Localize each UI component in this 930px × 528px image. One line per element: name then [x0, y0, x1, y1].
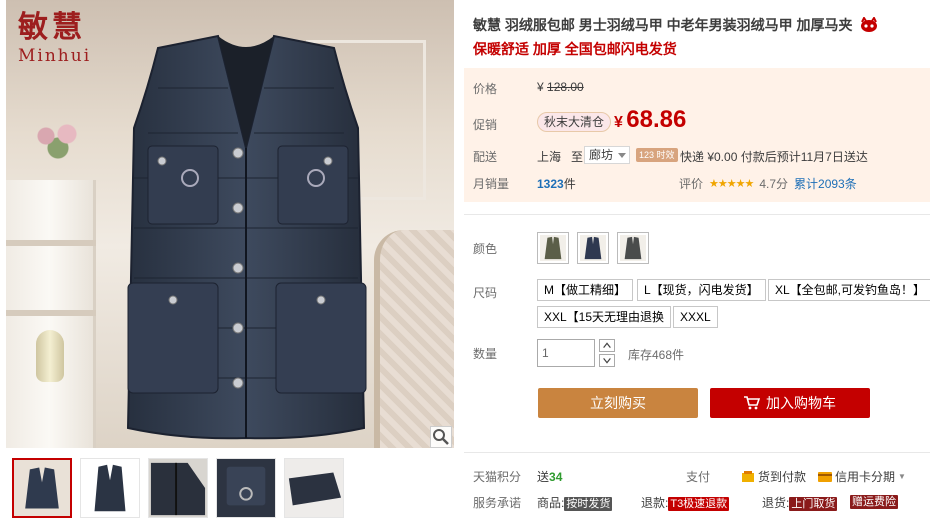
chevron-down-icon	[618, 153, 627, 158]
product-subtitle: 保暖舒适 加厚 全国包邮闪电发货	[473, 41, 677, 57]
add-to-cart-label: 加入购物车	[766, 395, 836, 411]
flower-decoration	[28, 120, 88, 160]
vest-product-illustration	[126, 34, 367, 440]
service-refund: 退款: T3极速退款	[641, 494, 730, 511]
size-option-l[interactable]: L【现货，闪电发货】	[637, 279, 766, 301]
size-option-xxxl[interactable]: XXXL	[673, 306, 718, 328]
quantity-label: 数量	[473, 347, 498, 361]
cod-label: 货到付款	[758, 470, 807, 484]
original-price: ¥ 128.00	[537, 80, 584, 94]
tmall-cat-icon	[861, 17, 878, 32]
size-option-xxl[interactable]: XXL【15天无理由退换	[537, 306, 672, 328]
size-option-m[interactable]: M【做工精细】	[537, 279, 633, 301]
monthly-sales-count: 1323	[537, 177, 564, 191]
stock-count: 库存468件	[628, 348, 685, 362]
thumbnail-1[interactable]	[12, 458, 72, 518]
bottom-divider	[464, 452, 930, 453]
color-swatch-olive[interactable]	[537, 232, 569, 264]
service-return: 退货: 上门取货	[762, 494, 838, 511]
buy-now-button[interactable]: 立刻购买	[538, 388, 698, 418]
monthly-sales-unit: 件	[563, 177, 576, 191]
shipping-to-word: 至	[571, 150, 584, 164]
installment-label: 信用卡分期	[835, 470, 896, 484]
color-swatch-navy[interactable]	[577, 232, 609, 264]
service-goods-tag[interactable]: 按时发货	[564, 497, 613, 511]
size-label: 尺码	[473, 286, 498, 300]
size-option-xl[interactable]: XL【全包邮,可发钓鱼岛！】	[768, 279, 930, 301]
rating-stars-icon: ★★★★★	[709, 178, 754, 190]
payment-label: 支付	[686, 470, 711, 484]
points-label: 天猫积分	[473, 470, 522, 484]
chair-background	[374, 230, 454, 448]
color-swatch-gray[interactable]	[617, 232, 649, 264]
destination-select[interactable]: 廊坊	[584, 146, 631, 164]
current-price-currency: ¥	[614, 114, 623, 131]
product-title-text: 敏慧 羽绒服包邮 男士羽绒马甲 中老年男装羽绒马甲 加厚马夹	[473, 17, 853, 33]
thumbnail-5[interactable]	[284, 458, 344, 518]
credit-card-installment[interactable]: 信用卡分期 ▼	[818, 468, 906, 485]
product-title: 敏慧 羽绒服包邮 男士羽绒马甲 中老年男装羽绒马甲 加厚马夹	[473, 15, 913, 35]
monthly-sales: 1323件	[537, 175, 576, 192]
thumbnail-4[interactable]	[216, 458, 276, 518]
background-shelf	[6, 180, 96, 448]
current-price: ¥ 68.86	[614, 106, 686, 134]
brand-name-cn: 敏慧	[18, 10, 86, 45]
service-insurance-tag[interactable]: 赠运费险	[850, 495, 898, 509]
service-goods-prefix: 商品:	[537, 496, 565, 510]
service-refund-tag[interactable]: T3极速退款	[668, 497, 730, 511]
service-return-tag[interactable]: 上门取货	[789, 497, 838, 511]
color-label: 颜色	[473, 242, 498, 256]
original-price-value: 128.00	[547, 80, 584, 94]
shipping-from: 上海	[537, 150, 562, 164]
vase-decoration	[36, 330, 64, 382]
shipping-label: 配送	[473, 150, 498, 164]
installment-dropdown-icon: ▼	[898, 472, 906, 481]
cash-on-delivery[interactable]: 货到付款	[741, 468, 806, 485]
monthly-sales-label: 月销量	[473, 177, 510, 191]
promo-label: 促销	[473, 118, 498, 132]
points-value: 送34	[537, 468, 562, 485]
service-label: 服务承诺	[473, 496, 522, 510]
service-refund-prefix: 退款:	[641, 496, 669, 510]
section-divider	[464, 214, 930, 215]
service-goods: 商品: 按时发货	[537, 494, 613, 511]
quantity-input[interactable]	[537, 339, 595, 367]
add-to-cart-button[interactable]: 加入购物车	[710, 388, 870, 418]
rating-label: 评价	[679, 177, 704, 191]
review-count-link[interactable]: 累计2093条	[794, 175, 857, 192]
quantity-decrease-button[interactable]	[599, 354, 615, 367]
cart-icon	[744, 396, 760, 410]
delivery-time-badge: 123 时效	[636, 148, 678, 162]
thumbnail-2[interactable]	[80, 458, 140, 518]
points-prefix: 送	[537, 470, 550, 484]
price-label: 价格	[473, 82, 498, 96]
shipping-origin: 上海 至	[537, 148, 583, 165]
main-product-image[interactable]: 敏慧 Minhui	[6, 0, 454, 448]
service-insurance: 赠运费险	[850, 494, 898, 509]
destination-value: 廊坊	[589, 148, 614, 162]
credit-card-icon	[818, 471, 832, 482]
rating-score: 4.7分	[759, 177, 789, 191]
cod-icon	[742, 470, 754, 482]
current-price-value: 68.86	[626, 106, 687, 133]
thumbnail-strip	[12, 458, 352, 520]
quantity-increase-button[interactable]	[599, 339, 615, 352]
brand-logo: 敏慧 Minhui	[8, 10, 112, 74]
promo-badge: 秋末大清仓	[537, 112, 612, 132]
service-return-prefix: 退货:	[762, 496, 790, 510]
original-price-currency: ¥	[537, 80, 544, 94]
rating-summary: 评价 ★★★★★ 4.7分 累计2093条	[679, 175, 857, 192]
thumbnail-3[interactable]	[148, 458, 208, 518]
points-number: 34	[549, 470, 563, 484]
zoom-magnifier-icon[interactable]	[430, 426, 452, 448]
brand-name-en: Minhui	[18, 46, 92, 66]
shipping-info: 快递 ¥0.00 付款后预计11月7日送达	[680, 150, 868, 164]
